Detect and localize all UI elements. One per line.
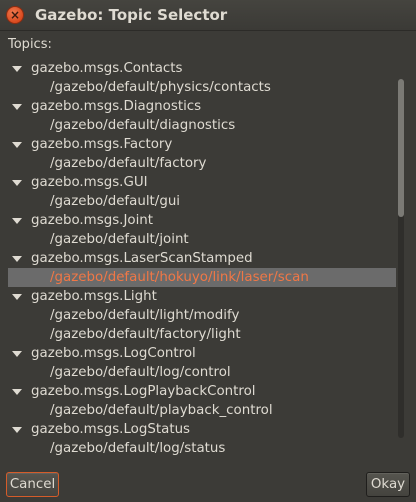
topic-row[interactable]: /gazebo/default/hokuyo/link/laser/scan — [8, 268, 396, 287]
topic-path-label: /gazebo/default/factory/light — [50, 327, 241, 342]
topic-type-label: gazebo.msgs.Light — [31, 289, 157, 304]
topic-type-label: gazebo.msgs.Diagnostics — [31, 99, 202, 114]
topic-path-label: /gazebo/default/log/control — [50, 365, 231, 380]
expander-arrow-icon[interactable] — [12, 389, 22, 395]
expander-arrow-icon[interactable] — [12, 142, 22, 148]
expander-arrow-icon[interactable] — [12, 294, 22, 300]
expander-arrow-icon[interactable] — [12, 351, 22, 357]
expander-arrow-icon[interactable] — [12, 427, 22, 433]
topic-type-label: gazebo.msgs.LogStatus — [31, 422, 191, 437]
window-title: Gazebo: Topic Selector — [35, 6, 228, 24]
topic-type-label: gazebo.msgs.Factory — [31, 137, 173, 152]
topic-type-row[interactable]: gazebo.msgs.LogPlaybackControl — [8, 382, 396, 401]
title-bar: × Gazebo: Topic Selector — [0, 0, 416, 31]
topic-type-label: gazebo.msgs.Joint — [31, 213, 154, 228]
topic-type-label: gazebo.msgs.LogPlaybackControl — [31, 384, 256, 399]
topic-row[interactable]: /gazebo/default/gui — [8, 192, 396, 211]
topic-type-row[interactable]: gazebo.msgs.Joint — [8, 211, 396, 230]
topic-type-row[interactable]: gazebo.msgs.LaserScanStamped — [8, 249, 396, 268]
topic-path-label: /gazebo/default/physics/contacts — [50, 80, 271, 95]
scrollbar-thumb[interactable] — [398, 79, 404, 217]
expander-arrow-icon[interactable] — [12, 180, 22, 186]
topic-row[interactable]: /gazebo/default/factory/light — [8, 325, 396, 344]
topic-path-label: /gazebo/default/diagnostics — [50, 118, 236, 133]
topic-row[interactable]: /gazebo/default/diagnostics — [8, 116, 396, 135]
topic-path-label: /gazebo/default/log/status — [50, 441, 226, 456]
topic-type-label: gazebo.msgs.Contacts — [31, 61, 183, 76]
topic-path-label: /gazebo/default/factory — [50, 156, 207, 171]
topic-row[interactable]: /gazebo/default/log/control — [8, 363, 396, 382]
topic-path-label: /gazebo/default/hokuyo/link/laser/scan — [50, 270, 309, 285]
expander-arrow-icon[interactable] — [12, 218, 22, 224]
topic-type-label: gazebo.msgs.LaserScanStamped — [31, 251, 253, 266]
topic-type-row[interactable]: gazebo.msgs.Light — [8, 287, 396, 306]
topic-path-label: /gazebo/default/playback_control — [50, 403, 273, 418]
topic-row[interactable]: /gazebo/default/joint — [8, 230, 396, 249]
topic-path-label: /gazebo/default/light/modify — [50, 308, 240, 323]
topic-row[interactable]: /gazebo/default/factory — [8, 154, 396, 173]
vertical-scrollbar[interactable] — [398, 79, 404, 438]
topics-label: Topics: — [8, 37, 52, 52]
topic-type-row[interactable]: gazebo.msgs.GUI — [8, 173, 396, 192]
expander-arrow-icon[interactable] — [12, 104, 22, 110]
topic-type-label: gazebo.msgs.GUI — [31, 175, 148, 190]
topic-path-label: /gazebo/default/joint — [50, 232, 189, 247]
topic-row[interactable]: /gazebo/default/physics/contacts — [8, 78, 396, 97]
topic-type-row[interactable]: gazebo.msgs.LogControl — [8, 344, 396, 363]
topic-row[interactable]: /gazebo/default/light/modify — [8, 306, 396, 325]
topic-type-row[interactable]: gazebo.msgs.LogStatus — [8, 420, 396, 439]
okay-button[interactable]: Okay — [366, 472, 410, 497]
cancel-button[interactable]: Cancel — [6, 472, 59, 497]
topic-selector-window: × Gazebo: Topic Selector Topics: gazebo.… — [0, 0, 416, 502]
topic-type-row[interactable]: gazebo.msgs.Factory — [8, 135, 396, 154]
expander-arrow-icon[interactable] — [12, 256, 22, 262]
topic-row[interactable]: /gazebo/default/playback_control — [8, 401, 396, 420]
topic-type-row[interactable]: gazebo.msgs.Diagnostics — [8, 97, 396, 116]
expander-arrow-icon[interactable] — [12, 66, 22, 72]
topic-type-row[interactable]: gazebo.msgs.Contacts — [8, 59, 396, 78]
topic-tree[interactable]: gazebo.msgs.Contacts/gazebo/default/phys… — [8, 59, 396, 457]
topic-path-label: /gazebo/default/gui — [50, 194, 181, 209]
topic-row[interactable]: /gazebo/default/log/status — [8, 439, 396, 457]
topic-type-label: gazebo.msgs.LogControl — [31, 346, 196, 361]
close-icon[interactable]: × — [6, 6, 24, 24]
